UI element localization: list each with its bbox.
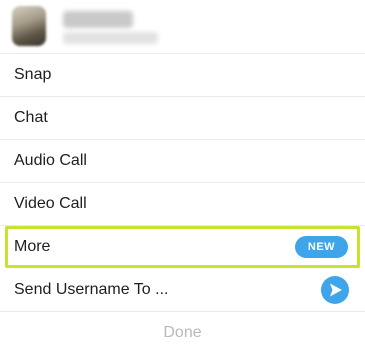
menu-item-label: Send Username To ...	[14, 281, 169, 298]
avatar	[12, 6, 46, 46]
menu-item-audio-call[interactable]: Audio Call	[0, 140, 365, 183]
menu-item-label: Snap	[14, 66, 52, 83]
menu-item-send-username[interactable]: Send Username To ...	[0, 269, 365, 312]
profile-header[interactable]	[0, 0, 365, 54]
new-badge: NEW	[295, 236, 348, 258]
send-arrow-icon[interactable]	[321, 276, 349, 304]
blurred-display-name	[63, 32, 158, 44]
menu-item-label: Video Call	[14, 195, 87, 212]
menu-item-label: Chat	[14, 109, 48, 126]
menu-item-chat[interactable]: Chat	[0, 97, 365, 140]
menu-item-label: More	[14, 238, 51, 255]
menu-item-more[interactable]: More NEW	[5, 226, 360, 268]
done-button[interactable]: Done	[0, 312, 365, 360]
menu-item-label: Audio Call	[14, 152, 87, 169]
menu-item-video-call[interactable]: Video Call	[0, 183, 365, 226]
menu-item-snap[interactable]: Snap	[0, 54, 365, 97]
action-sheet: Snap Chat Audio Call Video Call More NEW…	[0, 0, 365, 360]
blurred-username	[63, 11, 133, 28]
